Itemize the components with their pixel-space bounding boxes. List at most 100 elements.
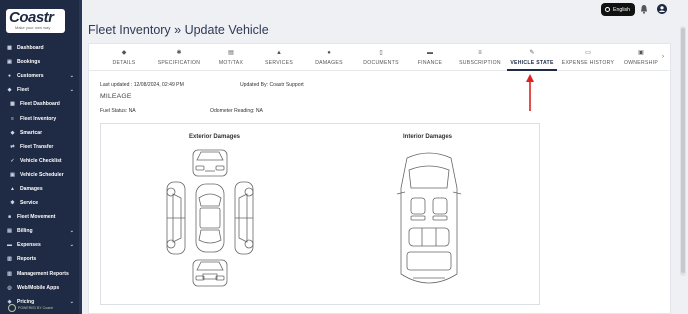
sidebar-item-fleet[interactable]: ◆ Fleet ⌄	[0, 83, 82, 97]
chevron-down-icon: ⌄	[69, 87, 74, 94]
user-avatar-icon[interactable]	[657, 4, 667, 14]
tab-expense-history[interactable]: ▭ EXPENSE HISTORY	[559, 44, 617, 71]
sidebar-item-label: Expenses	[17, 242, 41, 249]
tab-label: DOCUMENTS	[363, 60, 399, 66]
tab-label: DAMAGES	[315, 60, 343, 66]
warning-icon: ▲	[276, 50, 282, 56]
tab-finance[interactable]: ▬ FINANCE	[409, 44, 451, 71]
tab-label: SUBSCRIPTION	[459, 60, 501, 66]
tab-label: EXPENSE HISTORY	[561, 60, 615, 66]
wallet-icon: ▬	[7, 242, 12, 249]
coastr-mark-icon	[8, 304, 16, 312]
globe-icon: ◎	[7, 284, 12, 291]
dashboard-icon: ▦	[7, 45, 12, 52]
sidebar-item-smartcar[interactable]: ◆ Smartcar	[0, 126, 82, 140]
wrench-icon: ✱	[176, 50, 182, 56]
sidebar-item-label: Fleet	[17, 87, 29, 94]
sidebar-item-billing[interactable]: ▤ Billing ⌄	[0, 224, 82, 238]
car-icon: ◆	[10, 129, 15, 136]
sidebar-item-vehicle-checklist[interactable]: ✓ Vehicle Checklist	[0, 154, 82, 168]
pen-icon: ✎	[529, 50, 535, 56]
vehicle-card: ◆ DETAILS ✱ SPECIFICATION ▤ MOT/TAX ▲ SERVICES ●…	[88, 43, 672, 314]
chevron-right-icon[interactable]: ›	[662, 54, 664, 60]
sidebar-item-reports[interactable]: ▥ Reports	[0, 252, 82, 266]
interior-damages-title: Interior Damages	[403, 134, 453, 140]
sidebar-item-label: Smartcar	[20, 129, 43, 136]
tab-label: MOT/TAX	[218, 60, 244, 66]
page-scrollbar-thumb[interactable]	[681, 28, 685, 273]
sidebar-item-label: Vehicle Scheduler	[20, 171, 64, 178]
sidebar-item-bookings[interactable]: ▣ Bookings	[0, 55, 82, 69]
odometer-reading: Odometer Reading: NA	[210, 108, 263, 114]
tab-label: VEHICLE STATE	[510, 60, 554, 66]
sidebar-item-fleet-transfer[interactable]: ⇄ Fleet Transfer	[0, 140, 82, 154]
chevron-down-icon: ⌄	[69, 228, 74, 235]
sidebar-scrollbar[interactable]	[79, 0, 82, 314]
exterior-damages-title: Exterior Damages	[189, 134, 241, 140]
sidebar-item-damages[interactable]: ▲ Damages	[0, 182, 82, 196]
report-icon: ▥	[7, 270, 12, 277]
tab-services[interactable]: ▲ SERVICES	[257, 44, 301, 71]
last-updated: Last updated : 12/08/2024, 02:49 PM	[100, 82, 184, 88]
id-card-icon: ▣	[638, 50, 644, 56]
warning-icon: ▲	[10, 185, 15, 192]
sidebar-item-label: Pricing	[17, 298, 35, 305]
sidebar-item-label: Damages	[20, 185, 43, 192]
sidebar-item-customers[interactable]: ● Customers ⌄	[0, 69, 82, 83]
sidebar: Coastr Make your own way ▦ Dashboard ▣ Book…	[0, 0, 82, 314]
damages-panel: Exterior Damages Interior Damages	[100, 123, 540, 305]
chevron-down-icon: ⌄	[69, 242, 74, 249]
sidebar-item-vehicle-scheduler[interactable]: ▣ Vehicle Scheduler	[0, 168, 82, 182]
sidebar-item-fleet-movement[interactable]: ■ Fleet Movement	[0, 210, 82, 224]
sidebar-item-label: Fleet Inventory	[20, 115, 57, 122]
sidebar-item-label: Web/Mobile Apps	[17, 284, 60, 291]
subscription-icon: ≡	[478, 50, 482, 56]
sidebar-item-label: Dashboard	[17, 45, 44, 52]
list-icon: ≡	[11, 115, 14, 122]
billing-icon: ▤	[7, 228, 12, 235]
sidebar-item-label: Fleet Transfer	[20, 143, 54, 150]
card-icon: ▭	[585, 50, 591, 56]
exterior-car-diagram[interactable]	[163, 148, 259, 290]
file-icon: ▯	[379, 50, 383, 56]
logo-text: Coastr	[9, 9, 54, 26]
sidebar-item-label: Reports	[17, 256, 37, 263]
bell-icon[interactable]	[640, 4, 648, 14]
sidebar-item-label: Bookings	[17, 59, 41, 66]
page-title: Fleet Inventory » Update Vehicle	[88, 23, 269, 37]
tab-details[interactable]: ◆ DETAILS	[100, 44, 148, 71]
tab-label: SERVICES	[264, 60, 294, 66]
info-icon: ●	[327, 50, 331, 56]
interior-car-diagram[interactable]	[393, 148, 465, 290]
chevron-down-icon: ⌄	[69, 73, 74, 80]
tab-documents[interactable]: ▯ DOCUMENTS	[357, 44, 405, 71]
sidebar-item-fleet-dashboard[interactable]: ▦ Fleet Dashboard	[0, 97, 82, 111]
logo[interactable]: Coastr Make your own way	[6, 9, 65, 33]
sidebar-item-service[interactable]: ✱ Service	[0, 196, 82, 210]
sidebar-item-dashboard[interactable]: ▦ Dashboard	[0, 41, 82, 55]
fuel-status: Fuel Status: NA	[100, 108, 136, 114]
car-icon: ◆	[121, 50, 127, 56]
tab-vehicle-state[interactable]: ✎ VEHICLE STATE	[507, 44, 557, 71]
tab-label: SPECIFICATION	[157, 60, 201, 66]
sidebar-item-fleet-inventory[interactable]: ≡ Fleet Inventory	[0, 111, 82, 125]
sidebar-item-management-reports[interactable]: ▥ Management Reports	[0, 267, 82, 281]
language-button[interactable]: English	[601, 3, 635, 16]
sidebar-item-label: Service	[20, 200, 39, 207]
tab-label: FINANCE	[417, 60, 443, 66]
truck-icon: ■	[7, 214, 12, 221]
sidebar-item-web-mobile-apps[interactable]: ◎ Web/Mobile Apps	[0, 281, 82, 295]
check-icon: ✓	[10, 157, 15, 164]
globe-icon	[605, 7, 610, 12]
sidebar-item-label: Management Reports	[17, 270, 69, 277]
tab-ownership[interactable]: ▣ OWNERSHIP	[619, 44, 663, 71]
tab-specification[interactable]: ✱ SPECIFICATION	[153, 44, 205, 71]
tab-mot-tax[interactable]: ▤ MOT/TAX	[209, 44, 253, 71]
red-annotation-arrow	[526, 74, 534, 113]
calendar-icon: ▣	[10, 171, 15, 178]
wrench-icon: ✱	[10, 200, 15, 207]
tab-damages[interactable]: ● DAMAGES	[305, 44, 353, 71]
sidebar-item-expenses[interactable]: ▬ Expenses ⌄	[0, 238, 82, 252]
tab-subscription[interactable]: ≡ SUBSCRIPTION	[455, 44, 505, 71]
car-icon: ◆	[7, 87, 12, 94]
